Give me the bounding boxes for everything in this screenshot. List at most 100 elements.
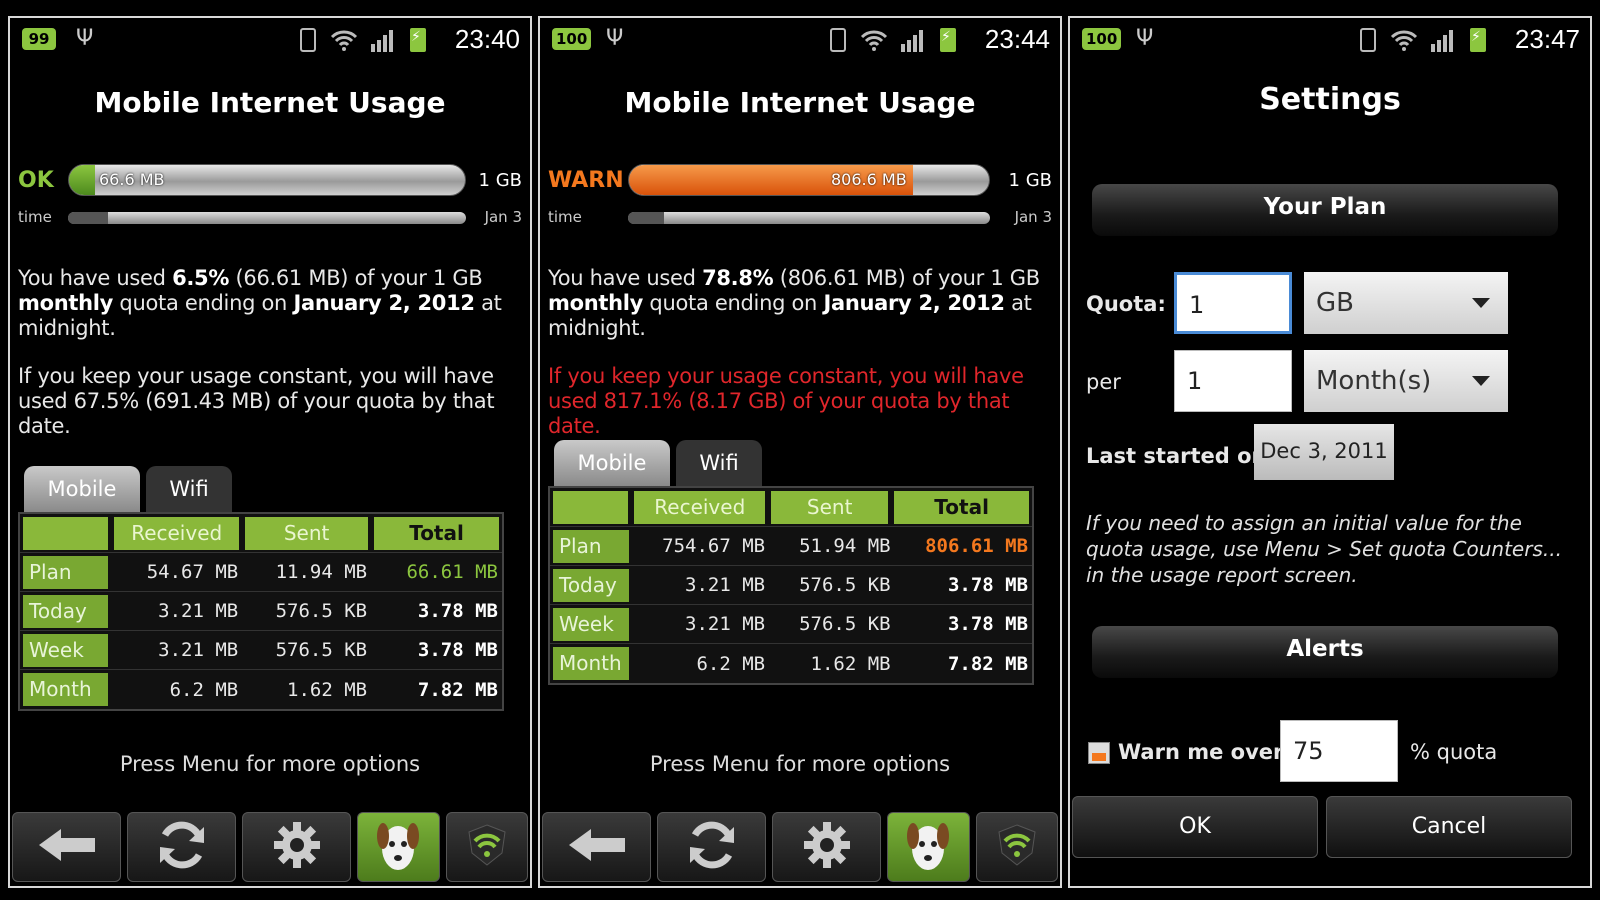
usage-bar-value: 66.6 MB: [99, 170, 165, 189]
refresh-button[interactable]: [127, 812, 237, 882]
quota-unit-select[interactable]: GB: [1304, 272, 1508, 334]
per-label: per: [1086, 370, 1121, 394]
cell-total: 806.61 MB: [925, 535, 1029, 557]
vibrate-icon: [830, 28, 846, 52]
row-label: Week: [553, 607, 629, 641]
clock: 23:44: [984, 24, 1050, 54]
header-blank: [23, 516, 109, 550]
signal-icon: [370, 28, 396, 52]
usage-summary: You have used 6.5% (66.61 MB) of your 1 …: [18, 266, 502, 340]
cell-total: 66.61 MB: [406, 561, 498, 583]
cell-total: 3.78 MB: [417, 600, 498, 622]
usage-bar: 806.6 MB: [628, 164, 990, 196]
table-row: Plan 54.67 MB 11.94 MB 66.61 MB: [20, 553, 502, 592]
header-total: Total: [894, 490, 1030, 524]
settings-screen: 100 Ψ 23:47 Settings Your Plan Quota: 1 …: [1068, 16, 1592, 888]
quota-help-note: If you need to assign an initial value f…: [1086, 511, 1562, 587]
menu-hint: Press Menu for more options: [649, 752, 951, 776]
vibrate-icon: [1360, 28, 1376, 52]
tab-mobile[interactable]: Mobile: [554, 440, 670, 486]
quota-label: Quota:: [1086, 292, 1166, 316]
bottom-toolbar: [10, 808, 530, 886]
battery-level-badge: 100: [552, 28, 592, 50]
cell-received: 54.67 MB: [146, 561, 239, 583]
time-bar: [628, 212, 990, 224]
header-blank: [553, 490, 629, 524]
usb-icon: Ψ: [1136, 26, 1154, 51]
cell-sent: 51.94 MB: [799, 535, 891, 557]
clock: 23:47: [1514, 24, 1580, 54]
back-button[interactable]: [12, 812, 122, 882]
cell-received: 6.2 MB: [696, 652, 766, 675]
table-row: Week 3.21 MB 576.5 KB 3.78 MB: [550, 605, 1032, 644]
table-row: Month 6.2 MB 1.62 MB 7.82 MB: [550, 644, 1032, 683]
battery-charging-icon: [1470, 28, 1486, 52]
time-bar-fill: [68, 212, 108, 224]
alerts-header: Alerts: [1092, 626, 1558, 678]
battery-charging-icon: [410, 28, 426, 52]
gear-icon: [271, 819, 323, 875]
cell-sent: 576.5 KB: [799, 613, 891, 635]
protection-button[interactable]: [445, 812, 528, 882]
gear-icon: [801, 819, 853, 875]
back-button[interactable]: [542, 812, 652, 882]
status-bar: 100 Ψ 23:47: [1070, 18, 1590, 64]
usage-screen-warn: 100 Ψ 23:44 Mobile Internet Usage WARN 8…: [538, 16, 1062, 888]
refresh-button[interactable]: [657, 812, 767, 882]
tab-wifi[interactable]: Wifi: [676, 440, 762, 486]
cell-received: 6.2 MB: [169, 678, 239, 701]
shield-wifi-icon: [995, 823, 1039, 871]
settings-button[interactable]: [242, 812, 352, 882]
cell-sent: 576.5 KB: [275, 639, 368, 661]
battery-level-badge: 99: [22, 28, 56, 50]
status-bar: 100 Ψ 23:44: [540, 18, 1060, 64]
cell-received: 3.21 MB: [685, 613, 766, 635]
cell-received: 3.21 MB: [158, 639, 239, 661]
menu-hint: Press Menu for more options: [119, 752, 421, 776]
period-end-label: Jan 3: [1014, 208, 1052, 226]
clock: 23:40: [454, 24, 520, 54]
quota-input[interactable]: 1: [1174, 272, 1292, 334]
cancel-button[interactable]: Cancel: [1326, 796, 1572, 858]
app-logo-button[interactable]: [887, 812, 970, 882]
refresh-icon: [684, 817, 740, 877]
status-label: OK: [18, 168, 54, 193]
settings-button[interactable]: [772, 812, 882, 882]
dog-icon: [904, 814, 952, 880]
time-gauge: time Jan 3: [18, 208, 522, 228]
cell-received: 3.21 MB: [158, 600, 239, 622]
ok-button[interactable]: OK: [1072, 796, 1318, 858]
protection-button[interactable]: [975, 812, 1058, 882]
period-unit-select[interactable]: Month(s): [1304, 350, 1508, 412]
table-row: Plan 754.67 MB 51.94 MB 806.61 MB: [550, 527, 1032, 566]
table-row: Today 3.21 MB 576.5 KB 3.78 MB: [550, 566, 1032, 605]
battery-charging-icon: [940, 28, 956, 52]
warn-checkbox[interactable]: [1088, 742, 1110, 764]
tab-mobile[interactable]: Mobile: [24, 466, 140, 512]
shield-wifi-icon: [465, 823, 509, 871]
tab-wifi[interactable]: Wifi: [146, 466, 232, 512]
cell-total: 3.78 MB: [947, 574, 1029, 596]
usb-icon: Ψ: [606, 26, 624, 51]
usage-projection-warning: If you keep your usage constant, you wil…: [548, 364, 1024, 438]
time-label: time: [18, 208, 52, 226]
usage-gauge: OK 66.6 MB 1 GB: [18, 164, 522, 198]
app-logo-button[interactable]: [357, 812, 440, 882]
period-input[interactable]: 1: [1174, 350, 1292, 412]
cell-sent: 576.5 KB: [275, 600, 368, 622]
row-label: Plan: [23, 555, 109, 589]
header-received: Received: [634, 490, 766, 524]
time-label: time: [548, 208, 582, 226]
wifi-icon: [1390, 28, 1418, 52]
warn-threshold-input[interactable]: 75: [1280, 720, 1398, 782]
row-label: Week: [23, 633, 109, 667]
your-plan-header: Your Plan: [1092, 184, 1558, 236]
cell-received: 3.21 MB: [685, 574, 766, 596]
cell-total: 7.82 MB: [947, 652, 1029, 675]
signal-icon: [1430, 28, 1456, 52]
warn-label: Warn me over: [1118, 740, 1284, 764]
header-total: Total: [374, 516, 499, 550]
page-title: Mobile Internet Usage: [94, 86, 446, 119]
header-sent: Sent: [771, 490, 889, 524]
last-started-date-button[interactable]: Dec 3, 2011: [1254, 424, 1394, 480]
